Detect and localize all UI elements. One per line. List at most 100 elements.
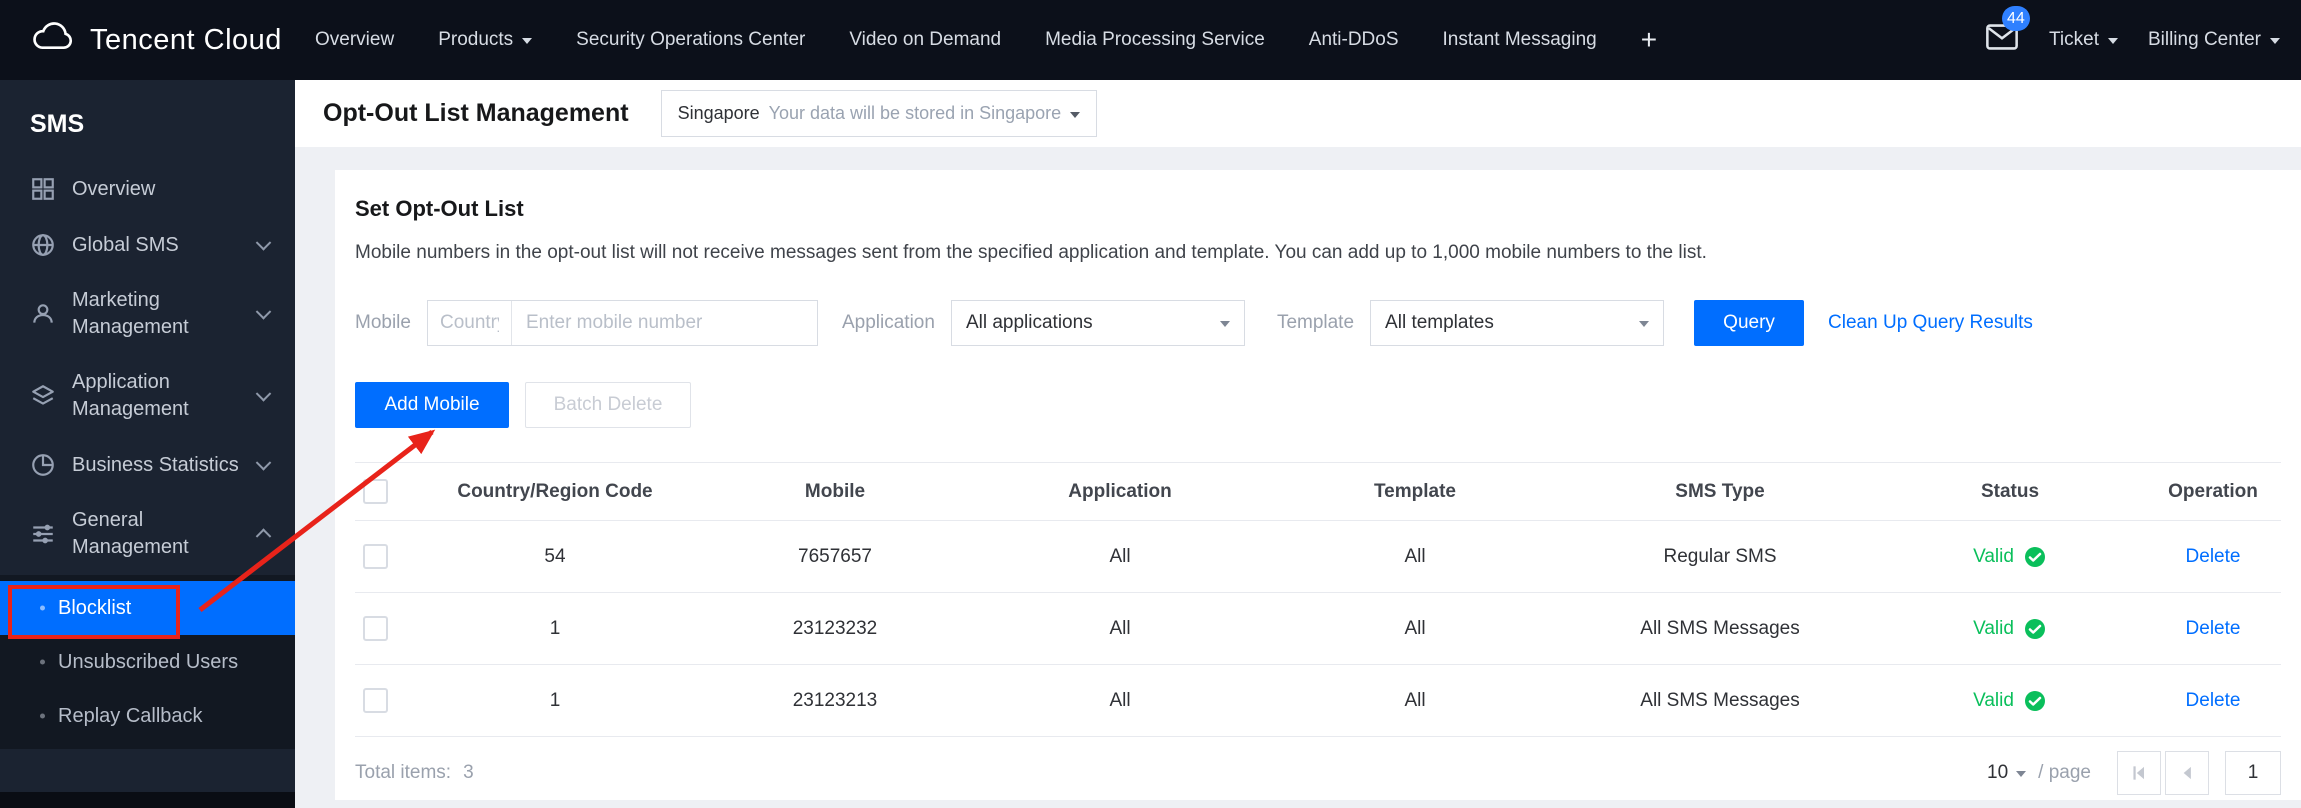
page-size-select[interactable]: 10 bbox=[1987, 762, 2027, 784]
query-button[interactable]: Query bbox=[1694, 300, 1805, 346]
chevron-down-icon bbox=[2107, 38, 2118, 49]
application-select[interactable]: All applications bbox=[950, 300, 1245, 346]
table-footer: Total items: 3 10 / page bbox=[355, 737, 2281, 800]
add-mobile-button[interactable]: Add Mobile bbox=[355, 382, 509, 428]
application-filter-label: Application bbox=[841, 312, 935, 333]
billing-center-menu[interactable]: Billing Center bbox=[2148, 29, 2280, 51]
cell-application: All bbox=[975, 592, 1265, 665]
cell-country-code: 54 bbox=[415, 520, 695, 593]
page-number-input[interactable] bbox=[2225, 750, 2281, 795]
topnav-overview[interactable]: Overview bbox=[315, 29, 394, 51]
topnav-security-operations-center[interactable]: Security Operations Center bbox=[576, 29, 805, 51]
sidebar-item-overview[interactable]: Overview bbox=[0, 161, 295, 217]
cell-template: All bbox=[1265, 520, 1565, 593]
batch-delete-button[interactable]: Batch Delete bbox=[525, 382, 691, 428]
page-title: Opt-Out List Management bbox=[323, 99, 629, 127]
opt-out-table: Country/Region Code Mobile Application T… bbox=[355, 462, 2281, 737]
sidebar-submenu-general-management: Blocklist Unsubscribed Users Replay Call… bbox=[0, 575, 295, 749]
region-note: Your data will be stored in Singapore bbox=[768, 103, 1062, 123]
topbar-right: 44 Ticket Billing Center bbox=[1985, 0, 2280, 80]
bullet-dot-icon bbox=[40, 713, 45, 719]
column-header: Status bbox=[1875, 462, 2145, 521]
layers-icon bbox=[30, 383, 56, 409]
column-header: SMS Type bbox=[1565, 462, 1875, 521]
bullet-dot-icon bbox=[40, 659, 45, 665]
delete-link[interactable]: Delete bbox=[2186, 690, 2241, 711]
cell-application: All bbox=[975, 664, 1265, 737]
tencent-cloud-logo[interactable]: Tencent Cloud bbox=[30, 0, 282, 80]
ticket-menu[interactable]: Ticket bbox=[2049, 29, 2118, 51]
cell-mobile: 23123232 bbox=[695, 592, 975, 665]
sidebar-item-general-management[interactable]: General Management bbox=[0, 493, 295, 575]
previous-page-button[interactable] bbox=[2165, 750, 2209, 795]
chevron-down-icon bbox=[2269, 38, 2280, 49]
clean-up-query-results-link[interactable]: Clean Up Query Results bbox=[1828, 312, 2033, 334]
column-header: Operation bbox=[2145, 462, 2281, 521]
chevron-down-icon bbox=[255, 455, 272, 471]
cell-template: All bbox=[1265, 592, 1565, 665]
chevron-down-icon bbox=[2016, 770, 2027, 782]
sidebar-bottom-bar bbox=[0, 792, 295, 808]
actions-row: Add Mobile Batch Delete bbox=[355, 382, 2281, 428]
check-circle-icon bbox=[2023, 545, 2047, 569]
status-badge: Valid bbox=[1973, 617, 2047, 641]
status-badge: Valid bbox=[1973, 545, 2047, 569]
check-circle-icon bbox=[2023, 617, 2047, 641]
cell-template: All bbox=[1265, 664, 1565, 737]
chevron-up-icon bbox=[255, 528, 272, 544]
sidebar-item-business-statistics[interactable]: Business Statistics bbox=[0, 437, 295, 493]
application-select-value: All applications bbox=[965, 312, 1093, 333]
table-row: 1 23123213 All All All SMS Messages Vali… bbox=[355, 664, 2281, 737]
mobile-filter-label: Mobile bbox=[355, 312, 411, 333]
select-all-checkbox[interactable] bbox=[363, 479, 388, 504]
sidebar-item-global-sms[interactable]: Global SMS bbox=[0, 217, 295, 273]
column-header: Country/Region Code bbox=[415, 462, 695, 521]
sidebar-subitem-label: Blocklist bbox=[58, 597, 132, 619]
sidebar-item-marketing-management[interactable]: Marketing Management bbox=[0, 273, 295, 355]
topnav-media-processing-service[interactable]: Media Processing Service bbox=[1045, 29, 1265, 51]
sidebar-subitem-label: Unsubscribed Users bbox=[58, 651, 239, 673]
sidebar-item-application-management[interactable]: Application Management bbox=[0, 355, 295, 437]
check-circle-icon bbox=[2023, 689, 2047, 713]
country-code-input[interactable] bbox=[427, 301, 512, 345]
sidebar-title: SMS bbox=[30, 110, 85, 138]
total-items: Total items: 3 bbox=[355, 761, 474, 783]
chevron-down-icon bbox=[1219, 321, 1230, 332]
table-row: 54 7657657 All All Regular SMS Valid Del… bbox=[355, 520, 2281, 593]
topbar: Tencent Cloud Overview Products Security… bbox=[0, 0, 2301, 80]
topnav-products[interactable]: Products bbox=[438, 29, 533, 51]
cell-mobile: 7657657 bbox=[695, 520, 975, 593]
pagination: 10 / page bbox=[1987, 750, 2281, 795]
cloud-logo-icon bbox=[30, 21, 76, 59]
cell-country-code: 1 bbox=[415, 664, 695, 737]
delete-link[interactable]: Delete bbox=[2186, 546, 2241, 567]
status-badge: Valid bbox=[1973, 689, 2047, 713]
region-selector[interactable]: Singapore Your data will be stored in Si… bbox=[660, 90, 1098, 137]
template-select[interactable]: All templates bbox=[1370, 300, 1665, 346]
filter-row: Mobile Application All applications Temp… bbox=[355, 300, 2281, 346]
sidebar-item-replay-callback[interactable]: Replay Callback bbox=[0, 689, 295, 743]
sidebar-item-label: Application Management bbox=[72, 371, 189, 420]
sidebar-item-unsubscribed-users[interactable]: Unsubscribed Users bbox=[0, 635, 295, 689]
sidebar-item-label: Marketing Management bbox=[72, 289, 189, 338]
cell-sms-type: All SMS Messages bbox=[1565, 664, 1875, 737]
row-checkbox[interactable] bbox=[363, 688, 388, 713]
chevron-down-icon bbox=[522, 38, 533, 49]
topnav-video-on-demand[interactable]: Video on Demand bbox=[849, 29, 1001, 51]
messages-button[interactable]: 44 bbox=[1985, 6, 2030, 57]
column-header: Application bbox=[975, 462, 1265, 521]
add-service-icon[interactable]: + bbox=[1641, 24, 1657, 56]
sidebar-item-blocklist[interactable]: Blocklist bbox=[0, 581, 295, 635]
row-checkbox[interactable] bbox=[363, 544, 388, 569]
topnav-instant-messaging[interactable]: Instant Messaging bbox=[1443, 29, 1597, 51]
sidebar-item-label: Overview bbox=[72, 177, 156, 200]
cell-sms-type: All SMS Messages bbox=[1565, 592, 1875, 665]
cell-mobile: 23123213 bbox=[695, 664, 975, 737]
delete-link[interactable]: Delete bbox=[2186, 618, 2241, 639]
mobile-number-input[interactable] bbox=[511, 301, 817, 345]
row-checkbox[interactable] bbox=[363, 616, 388, 641]
topnav-anti-ddos[interactable]: Anti-DDoS bbox=[1309, 29, 1399, 51]
table-row: 1 23123232 All All All SMS Messages Vali… bbox=[355, 592, 2281, 665]
first-page-button[interactable] bbox=[2117, 750, 2161, 795]
sidebar-subitem-label: Replay Callback bbox=[58, 705, 203, 727]
